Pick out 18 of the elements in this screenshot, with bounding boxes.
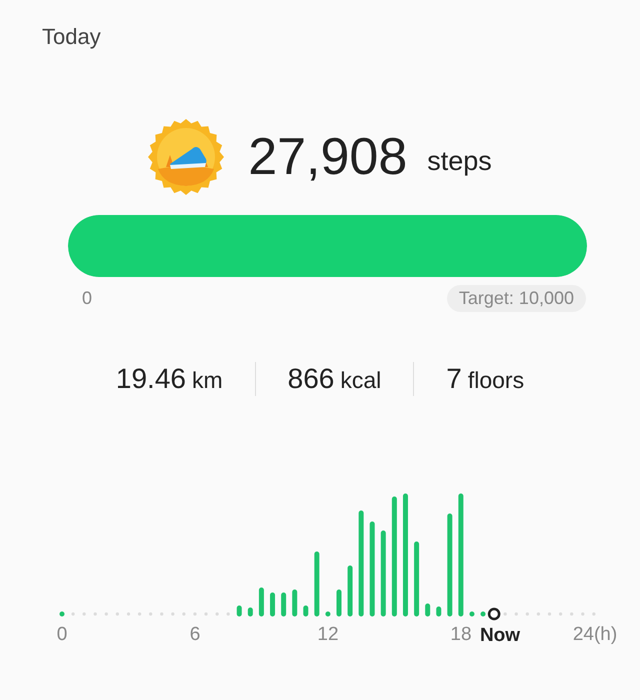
axis-label: 24(h): [572, 624, 618, 646]
stat-value: 19.46: [116, 363, 186, 395]
stat-unit: floors: [468, 367, 524, 394]
stat-unit: kcal: [340, 367, 382, 394]
stat-value: 7: [446, 363, 462, 395]
axis-label: 12: [317, 624, 339, 646]
step-count: 27,908: [248, 127, 408, 187]
progress-start-label: 0: [82, 288, 92, 309]
section-title: Today: [42, 23, 102, 51]
now-label: Now: [480, 625, 520, 647]
stat-unit: km: [192, 367, 223, 394]
axis-label: 6: [190, 624, 200, 646]
axis-label: 0: [56, 624, 68, 646]
running-shoe-badge-icon: [148, 119, 224, 195]
steps-unit: steps: [427, 146, 492, 176]
stat-value: 866: [288, 363, 334, 395]
axis-label: 18: [450, 624, 472, 646]
target-label: Target: 10,000: [446, 285, 586, 312]
